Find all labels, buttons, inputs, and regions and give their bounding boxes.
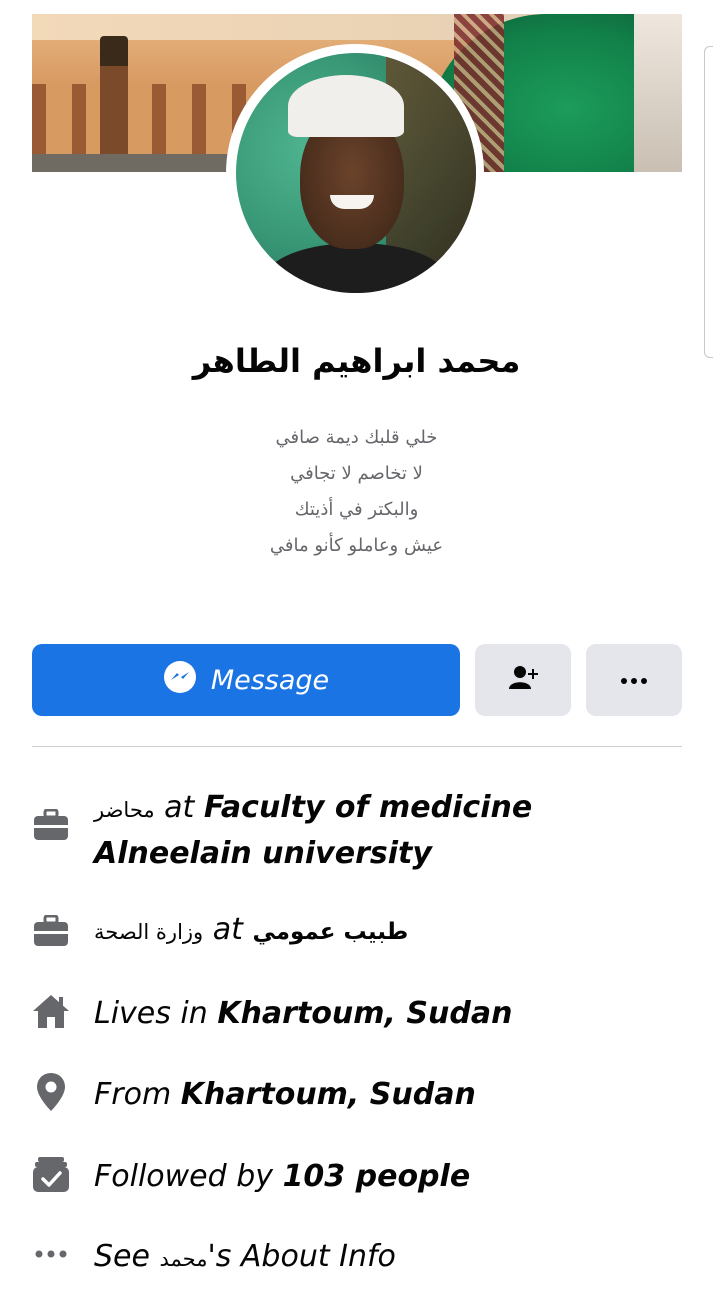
add-friend-icon [506, 661, 540, 699]
lives-in-detail[interactable]: Lives in Khartoum, Sudan [32, 992, 692, 1036]
work-detail-2[interactable]: وزارة الصحة at طبيب عمومي [32, 908, 692, 954]
work-detail-1-text: محاضر at Faculty of medicine Alneelain u… [94, 786, 532, 876]
work-1-role: محاضر [94, 798, 155, 822]
home-icon [32, 992, 70, 1030]
more-icon [619, 671, 649, 690]
see-about-info[interactable]: See محمد's About Info [32, 1235, 692, 1281]
work-2-at: at [212, 912, 243, 947]
see-about-text: See محمد's About Info [94, 1235, 396, 1281]
avatar-cap [288, 75, 404, 137]
message-button[interactable]: Message [32, 644, 460, 716]
bio-line: خلي قلبك ديمة صافي [275, 427, 438, 448]
work-2-place[interactable]: وزارة الصحة [94, 920, 203, 944]
profile-name: محمد ابراهيم الطاهر [192, 342, 521, 380]
work-detail-1[interactable]: محاضر at Faculty of medicine Alneelain u… [32, 786, 692, 876]
profile-picture[interactable] [236, 53, 476, 293]
scroll-handle[interactable] [704, 46, 713, 358]
cover-lamp-post [100, 36, 128, 156]
profile-bio: خلي قلبك ديمة صافي لا تخاصم لا تجافي وال… [0, 420, 713, 564]
followers-icon [32, 1155, 70, 1193]
from-detail[interactable]: From Khartoum, Sudan [32, 1073, 692, 1117]
briefcase-icon [32, 806, 70, 844]
from-text: From Khartoum, Sudan [94, 1073, 476, 1117]
ellipsis-icon [32, 1235, 70, 1273]
followed-count[interactable]: 103 people [283, 1159, 471, 1194]
about-name: محمد [159, 1247, 208, 1271]
work-1-at: at [164, 790, 195, 825]
followed-by-detail[interactable]: Followed by 103 people [32, 1155, 692, 1199]
cover-building [634, 14, 682, 172]
bio-line: عيش وعاملو كأنو مافي [269, 535, 444, 556]
messenger-icon [163, 660, 197, 701]
lives-prefix: Lives in [94, 996, 208, 1031]
add-friend-button[interactable] [475, 644, 571, 716]
about-suffix: 's About Info [207, 1239, 396, 1274]
briefcase-icon [32, 912, 70, 950]
followed-prefix: Followed by [94, 1159, 274, 1194]
work-1-place-line1[interactable]: Faculty of medicine [204, 790, 532, 825]
lives-in-text: Lives in Khartoum, Sudan [94, 992, 512, 1036]
bio-line: والبكتر في أذيتك [294, 499, 419, 520]
lives-place[interactable]: Khartoum, Sudan [217, 996, 512, 1031]
bio-line: لا تخاصم لا تجافي [290, 463, 423, 484]
more-options-button[interactable] [586, 644, 682, 716]
divider [32, 746, 682, 747]
from-place[interactable]: Khartoum, Sudan [181, 1077, 476, 1112]
work-2-role: طبيب عمومي [252, 919, 409, 945]
followed-by-text: Followed by 103 people [94, 1155, 470, 1199]
cover-arches [32, 84, 262, 156]
message-label: Message [210, 664, 330, 696]
location-pin-icon [32, 1073, 70, 1111]
work-1-place-line2[interactable]: Alneelain university [94, 836, 432, 871]
from-prefix: From [94, 1077, 172, 1112]
about-prefix: See [94, 1239, 150, 1274]
work-detail-2-text: وزارة الصحة at طبيب عمومي [94, 908, 408, 954]
